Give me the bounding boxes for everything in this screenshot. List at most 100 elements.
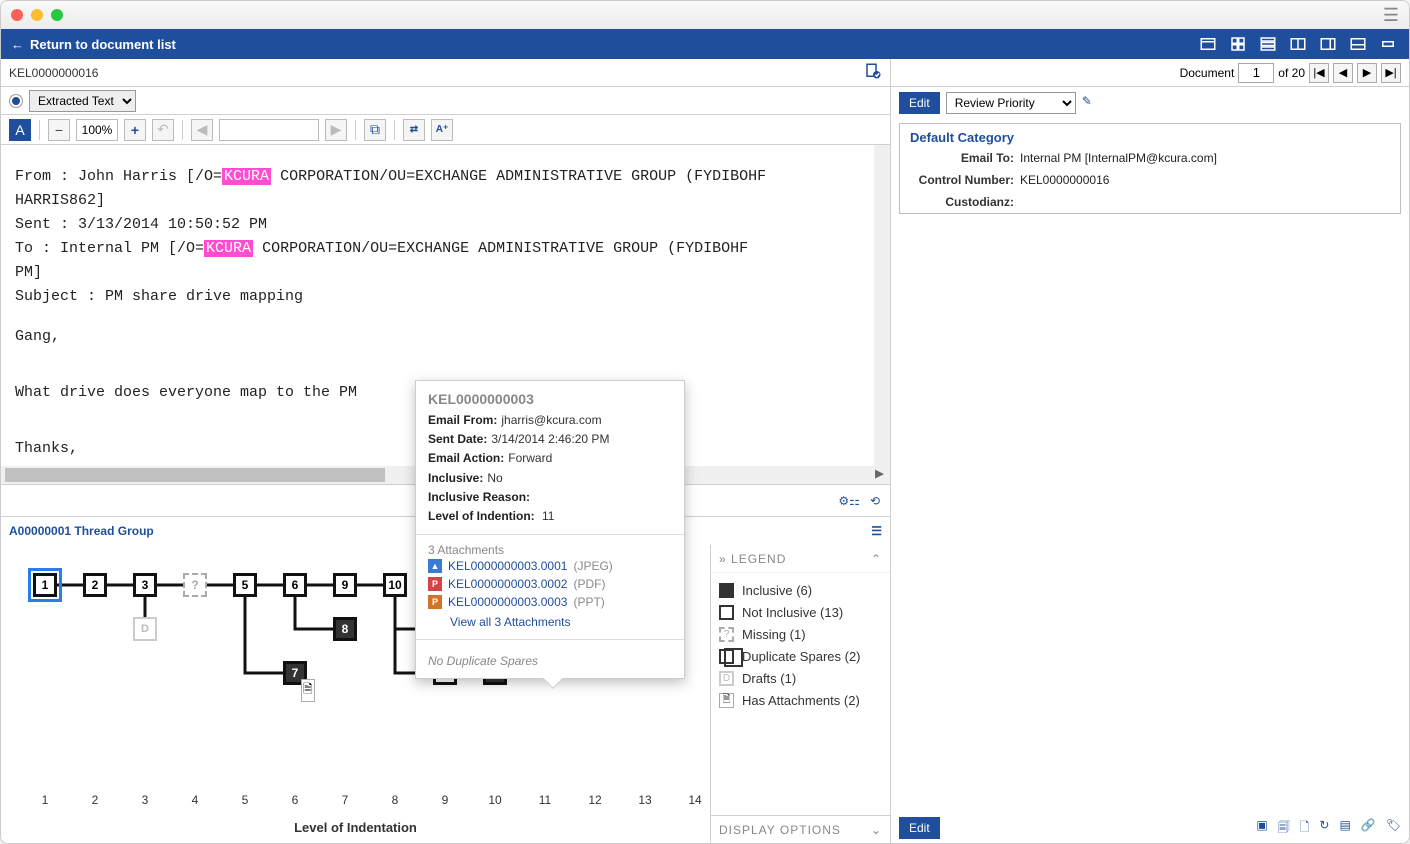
- nav-first-button[interactable]: |◀: [1309, 63, 1329, 83]
- legend-swatch: [719, 605, 734, 620]
- panel-icon-7[interactable]: [1377, 34, 1399, 54]
- axis-tick: 5: [242, 793, 249, 807]
- search-input[interactable]: [219, 119, 319, 141]
- thread-menu-icon[interactable]: ☰: [871, 524, 882, 538]
- thread-node[interactable]: ?: [183, 573, 207, 597]
- axis-tick: 12: [588, 793, 601, 807]
- back-to-list[interactable]: ← Return to document list: [11, 37, 176, 52]
- legend-item: 🗎Has Attachments (2): [719, 689, 882, 711]
- layout-select[interactable]: Review Priority: [946, 92, 1076, 114]
- popout-button[interactable]: ⧉: [364, 119, 386, 141]
- legend-swatch: D: [719, 671, 734, 686]
- window-maximize[interactable]: [51, 9, 63, 21]
- legend-toggle-icon[interactable]: »: [719, 552, 727, 566]
- field-category-box: Default Category Email To:Internal PM [I…: [899, 123, 1401, 214]
- footer-icon-7[interactable]: 🏷: [1386, 818, 1401, 839]
- chevron-down-icon[interactable]: ⌄: [871, 823, 882, 837]
- thread-node[interactable]: 10: [383, 573, 407, 597]
- field-label: Control Number:: [910, 173, 1020, 187]
- zoom-out-button[interactable]: −: [48, 119, 70, 141]
- back-label: Return to document list: [30, 37, 176, 52]
- legend-title: LEGEND: [731, 552, 786, 566]
- footer-icon-1[interactable]: ▣: [1256, 818, 1267, 839]
- attachment-row[interactable]: ▲KEL0000000003.0001(JPEG): [428, 557, 672, 575]
- field-value: Internal PM [InternalPM@kcura.com]: [1020, 151, 1390, 165]
- legend-swatch: [719, 583, 734, 598]
- prev-hit-button[interactable]: ◀: [191, 119, 213, 141]
- doc-index-input[interactable]: [1238, 63, 1274, 83]
- thread-node[interactable]: 1: [33, 573, 57, 597]
- nav-last-button[interactable]: ▶|: [1381, 63, 1401, 83]
- node-tooltip: KEL0000000003 Email From:jharris@kcura.c…: [415, 380, 685, 679]
- chevron-up-icon[interactable]: ⌃: [871, 552, 882, 566]
- file-type-icon: ▲: [428, 559, 442, 573]
- next-hit-button[interactable]: ▶: [325, 119, 347, 141]
- nav-next-button[interactable]: ▶: [1357, 63, 1377, 83]
- thread-node[interactable]: D: [133, 617, 157, 641]
- axis-tick: 9: [442, 793, 449, 807]
- field-value: KEL0000000016: [1020, 173, 1390, 187]
- vertical-scrollbar[interactable]: [874, 145, 890, 466]
- legend-swatch: [719, 649, 734, 664]
- doc-badge-icon[interactable]: [864, 62, 882, 83]
- attachment-name: KEL0000000003.0001: [448, 559, 567, 573]
- footer-icon-4[interactable]: ↻: [1319, 818, 1329, 839]
- zoom-in-button[interactable]: +: [124, 119, 146, 141]
- footer-icon-3[interactable]: 🗋: [1300, 818, 1310, 839]
- footer-icon-2[interactable]: 🗐: [1278, 818, 1290, 839]
- thread-node[interactable]: 3: [133, 573, 157, 597]
- hamburger-icon[interactable]: ☰: [1383, 5, 1399, 26]
- axis-label: Level of Indentation: [1, 820, 710, 835]
- attachment-type: (PDF): [573, 577, 605, 591]
- panel-icon-5[interactable]: [1317, 34, 1339, 54]
- view-select[interactable]: Extracted Text: [29, 90, 136, 112]
- thread-node[interactable]: 2: [83, 573, 107, 597]
- axis-tick: 11: [539, 793, 551, 807]
- attachment-row[interactable]: PKEL0000000003.0002(PDF): [428, 575, 672, 593]
- panel-icon-2[interactable]: [1227, 34, 1249, 54]
- axis-tick: 6: [292, 793, 299, 807]
- attachment-name: KEL0000000003.0003: [448, 595, 567, 609]
- highlight: KCURA: [204, 240, 253, 257]
- thread-node[interactable]: 8: [333, 617, 357, 641]
- doc-id: KEL0000000016: [9, 66, 98, 80]
- field-row: Control Number:KEL0000000016: [900, 169, 1400, 191]
- footer-icon-5[interactable]: ▤: [1339, 818, 1350, 839]
- window-close[interactable]: [11, 9, 23, 21]
- panel-icon-6[interactable]: [1347, 34, 1369, 54]
- compare-button-1[interactable]: ⇄: [403, 119, 425, 141]
- thread-node[interactable]: 6: [283, 573, 307, 597]
- edit-button-bottom[interactable]: Edit: [899, 817, 940, 839]
- swap-pane-icon[interactable]: ⟲: [870, 494, 880, 508]
- axis-tick: 8: [392, 793, 399, 807]
- tooltip-title: KEL0000000003: [416, 381, 684, 411]
- footer-icon-6[interactable]: 🔗: [1361, 818, 1376, 839]
- panel-icon-3[interactable]: [1257, 34, 1279, 54]
- legend-label: Has Attachments (2): [742, 693, 860, 708]
- attachment-row[interactable]: PKEL0000000003.0003(PPT): [428, 593, 672, 611]
- axis-tick: 1: [42, 793, 49, 807]
- thread-title: A00000001 Thread Group: [9, 524, 154, 538]
- window-minimize[interactable]: [31, 9, 43, 21]
- view-all-attachments[interactable]: View all 3 Attachments: [428, 611, 672, 631]
- legend-label: Missing (1): [742, 627, 806, 642]
- field-row: Custodianz:: [900, 191, 1400, 213]
- axis-tick: 13: [638, 793, 651, 807]
- highlight-mode-button[interactable]: A: [9, 119, 31, 141]
- legend-item: Inclusive (6): [719, 579, 882, 601]
- axis-tick: 2: [92, 793, 99, 807]
- panel-icon-1[interactable]: [1197, 34, 1219, 54]
- pencil-icon[interactable]: ✎: [1082, 94, 1100, 112]
- edit-button[interactable]: Edit: [899, 92, 940, 114]
- file-type-icon: P: [428, 595, 442, 609]
- view-radio[interactable]: [9, 94, 23, 108]
- compare-button-2[interactable]: A⁺: [431, 119, 453, 141]
- nav-prev-button[interactable]: ◀: [1333, 63, 1353, 83]
- panel-icon-4[interactable]: [1287, 34, 1309, 54]
- attachments-head: 3 Attachments: [428, 543, 672, 557]
- undo-button[interactable]: ↶: [152, 119, 174, 141]
- thread-tool-icon[interactable]: ⚙⚏: [838, 494, 860, 508]
- thread-node[interactable]: 5: [233, 573, 257, 597]
- legend-item: Duplicate Spares (2): [719, 645, 882, 667]
- thread-node[interactable]: 9: [333, 573, 357, 597]
